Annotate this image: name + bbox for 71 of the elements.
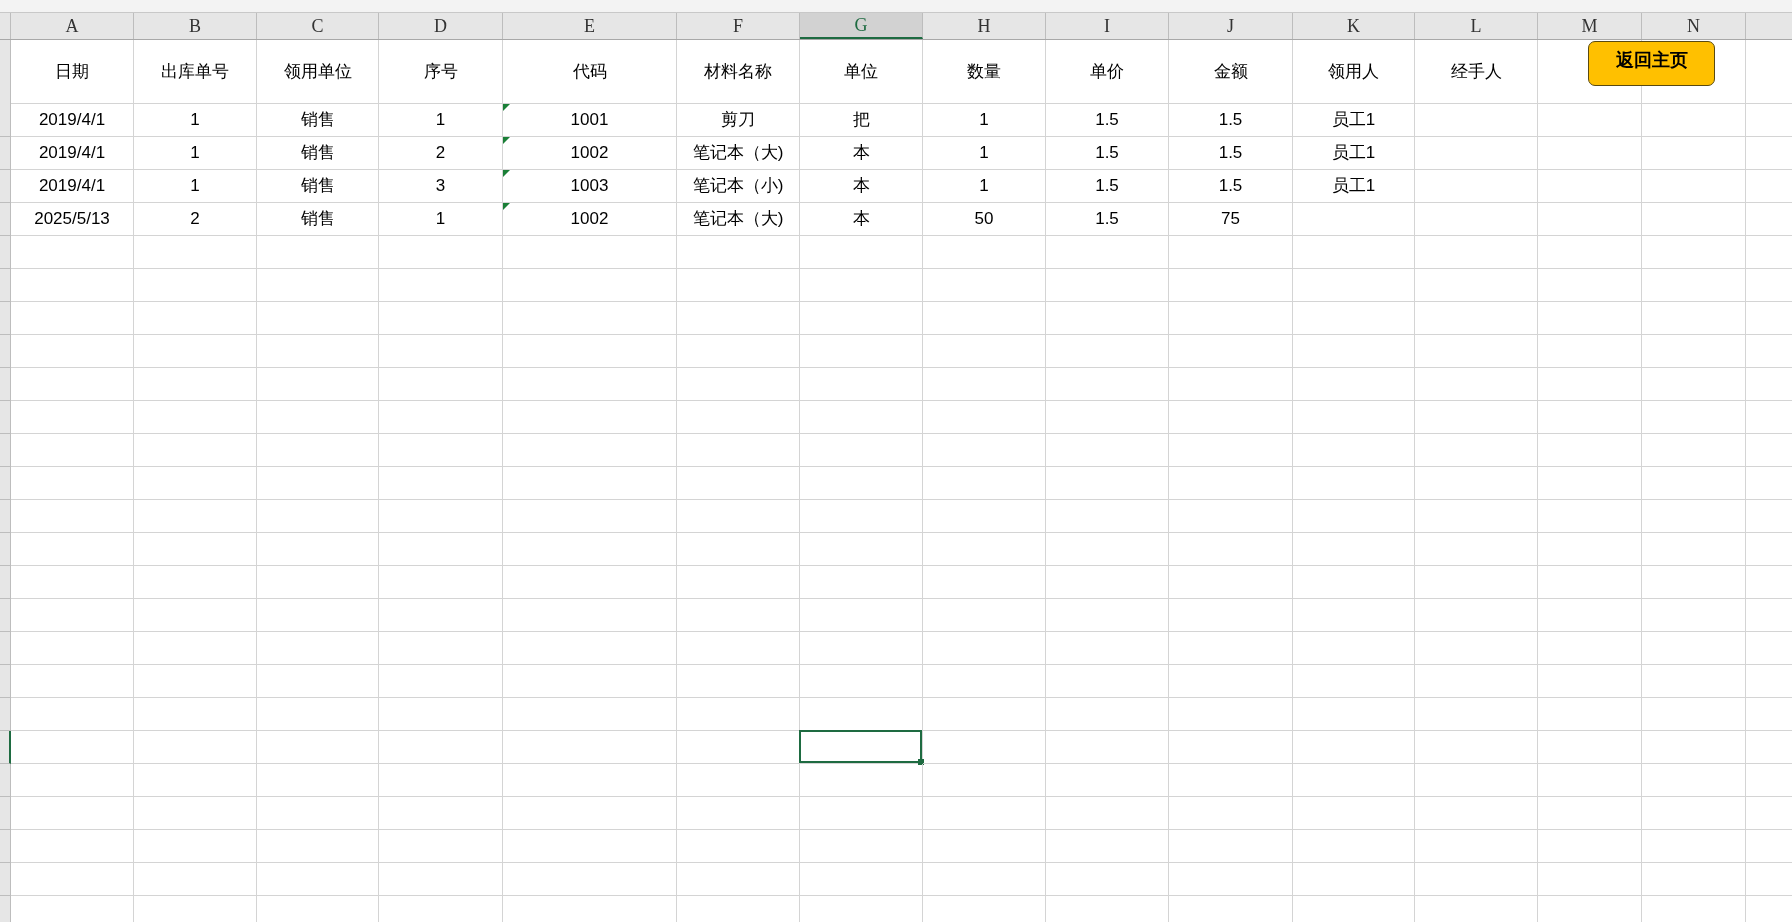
column-header[interactable]: M	[1538, 13, 1642, 39]
column-title: 出库单号	[161, 60, 229, 83]
table-cell-text: 50	[974, 208, 994, 231]
table-cell-text: 1002	[570, 142, 609, 165]
table-cell-text: 1.5	[1218, 175, 1243, 198]
table-cell-text: 剪刀	[721, 109, 755, 132]
selected-cell[interactable]	[799, 730, 922, 763]
table-cell-text: 1.5	[1095, 142, 1119, 165]
column-header[interactable]: B	[134, 13, 257, 39]
table-cell-text: 1	[435, 208, 446, 231]
column-title: 领用单位	[283, 60, 352, 83]
table-cell-text: 1	[190, 175, 200, 198]
table-cell-text: 把	[852, 109, 870, 132]
column-header[interactable]: J	[1169, 13, 1293, 39]
table-cell-text: 销售	[300, 208, 335, 231]
column-title: 领用人	[1328, 60, 1379, 83]
table-cell-text: 笔记本（大)	[692, 142, 784, 165]
table-cell-text: 本	[852, 142, 870, 165]
table-cell-text: 3	[435, 175, 446, 198]
table-cell-text: 笔记本（小)	[692, 175, 784, 198]
table-cell-text: 1.5	[1095, 208, 1119, 231]
column-header[interactable]: E	[503, 13, 677, 39]
table-cell-text: 1	[979, 109, 989, 132]
table-cell-text: 2019/4/1	[38, 109, 106, 132]
table-cell-text: 1	[979, 142, 989, 165]
column-header[interactable]: N	[1642, 13, 1746, 39]
column-header[interactable]: A	[11, 13, 134, 39]
table-cell-text: 1	[435, 109, 446, 132]
table-cell-text: 员工1	[1331, 109, 1376, 132]
column-title: 单位	[844, 60, 878, 83]
table-cell-text: 75	[1221, 208, 1240, 231]
column-header[interactable]: C	[257, 13, 379, 39]
table-cell-text: 1	[979, 175, 989, 198]
table-cell-text: 2025/5/13	[34, 208, 110, 231]
column-title: 材料名称	[704, 60, 772, 83]
table-cell-text: 本	[852, 175, 870, 198]
table-cell-text: 2019/4/1	[38, 175, 106, 198]
column-header[interactable]: H	[923, 13, 1046, 39]
table-cell-text: 笔记本（大)	[692, 208, 784, 231]
column-header[interactable]: L	[1415, 13, 1538, 39]
table-cell-text: 1002	[570, 208, 609, 231]
column-title: 经手人	[1450, 60, 1502, 83]
table-cell-text: 本	[852, 208, 870, 231]
return-home-button[interactable]: 返回主页	[1588, 41, 1715, 86]
table-cell-text: 2	[190, 208, 200, 231]
table-cell-text: 1001	[570, 109, 609, 132]
table-cell-text: 员工1	[1331, 142, 1376, 165]
table-cell-text: 2	[435, 142, 446, 165]
table-cell-text: 1.5	[1095, 175, 1119, 198]
table-cell-text: 2019/4/1	[38, 142, 106, 165]
table-cell-text: 员工1	[1331, 175, 1376, 198]
table-cell-text: 1	[190, 142, 200, 165]
column-title: 日期	[55, 60, 89, 83]
table-cell-text: 销售	[300, 109, 335, 132]
table-cell-text: 1.5	[1218, 109, 1243, 132]
column-title: 数量	[967, 60, 1001, 83]
column-header[interactable]: D	[379, 13, 503, 39]
table-cell-text: 1	[190, 109, 200, 132]
table-cell-text: 1003	[570, 175, 609, 198]
table-cell-text: 1.5	[1218, 142, 1243, 165]
table-cell-text: 1.5	[1095, 109, 1119, 132]
column-title: 序号	[423, 60, 458, 83]
column-title: 金额	[1213, 60, 1248, 83]
column-header[interactable]: K	[1293, 13, 1415, 39]
column-header[interactable]: G	[800, 13, 923, 39]
column-title: 代码	[572, 60, 607, 83]
row-header[interactable]	[0, 731, 11, 764]
column-title: 单价	[1090, 60, 1124, 83]
table-cell-text: 销售	[300, 175, 335, 198]
table-cell-text: 销售	[300, 142, 335, 165]
column-header[interactable]: I	[1046, 13, 1169, 39]
